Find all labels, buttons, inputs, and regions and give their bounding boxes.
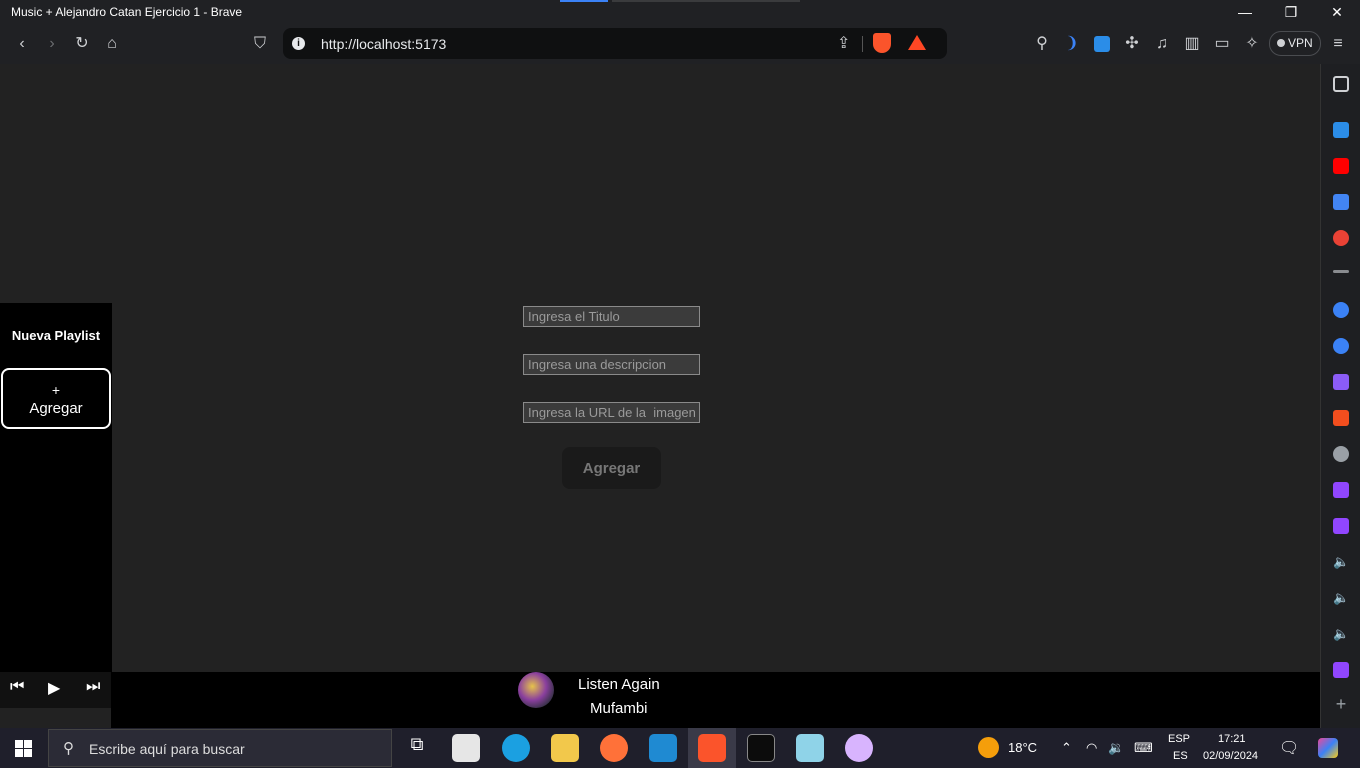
- add-app-icon[interactable]: +: [1333, 695, 1349, 713]
- tab-strip[interactable]: [612, 0, 800, 2]
- windows-start-icon[interactable]: [15, 740, 32, 757]
- home-icon[interactable]: ⌂: [100, 32, 124, 56]
- back-icon[interactable]: ‹: [10, 32, 34, 56]
- wallet-icon[interactable]: ▭: [1210, 32, 1234, 56]
- clock-time[interactable]: 17:21: [1218, 733, 1246, 745]
- forward-icon[interactable]: ›: [40, 32, 64, 56]
- compass-icon-2[interactable]: [1333, 338, 1349, 354]
- submit-button[interactable]: Agregar: [562, 447, 661, 489]
- firefox-icon[interactable]: [600, 734, 628, 762]
- copilot-icon[interactable]: [1318, 738, 1338, 758]
- maximize-button[interactable]: ❐: [1268, 2, 1314, 22]
- store-icon[interactable]: [452, 734, 480, 762]
- brave-shields-icon[interactable]: [873, 33, 891, 53]
- reload-icon[interactable]: ↻: [70, 32, 94, 56]
- compass-icon[interactable]: [1333, 302, 1349, 318]
- notifications-app-icon[interactable]: [1333, 230, 1349, 246]
- now-playing-bar: Listen Again Mufambi: [111, 672, 1320, 728]
- now-playing-artist: Mufambi: [590, 700, 648, 717]
- brave-taskbar-icon[interactable]: [698, 734, 726, 762]
- title-input[interactable]: [523, 306, 700, 327]
- notifications-icon[interactable]: 🗨: [1279, 738, 1299, 758]
- sidebar-toggle-icon[interactable]: ▥: [1180, 32, 1204, 56]
- sidebar-heading: Nueva Playlist: [11, 328, 101, 343]
- vpn-button[interactable]: VPN: [1269, 31, 1321, 56]
- twitch-icon-3[interactable]: [1333, 662, 1349, 678]
- search-icon[interactable]: ⚲: [1030, 32, 1054, 56]
- image-url-input[interactable]: [523, 402, 700, 423]
- music-icon[interactable]: ♫: [1150, 32, 1174, 56]
- previous-track-icon[interactable]: ⏮: [10, 678, 24, 696]
- translate-extension-icon[interactable]: [1090, 32, 1114, 56]
- clock-date[interactable]: 02/09/2024: [1203, 750, 1258, 762]
- wifi-icon[interactable]: ◠: [1086, 740, 1097, 756]
- speaker-icon-3[interactable]: 🔈: [1333, 626, 1349, 642]
- page-content: [0, 64, 1320, 728]
- divider: [862, 36, 863, 52]
- extensions-icon[interactable]: ✣: [1120, 32, 1144, 56]
- active-tab-indicator[interactable]: [560, 0, 608, 2]
- taskbar-search[interactable]: ⚲ Escribe aquí para buscar: [48, 729, 392, 767]
- address-bar[interactable]: i http://localhost:5173 ⇪: [283, 28, 947, 59]
- vite-icon[interactable]: [1333, 374, 1349, 390]
- docs-icon[interactable]: [1333, 194, 1349, 210]
- site-info-icon[interactable]: i: [292, 37, 305, 50]
- vpn-status-icon: [1277, 39, 1285, 47]
- task-view-icon[interactable]: ⧉: [403, 734, 431, 762]
- language-code[interactable]: ESP: [1168, 733, 1190, 745]
- terminal-icon[interactable]: [747, 734, 775, 762]
- chevron-up-icon[interactable]: ⌃: [1061, 740, 1072, 756]
- sidebar-panel-icon[interactable]: [1333, 76, 1349, 92]
- next-track-icon[interactable]: ⏭: [86, 678, 100, 696]
- album-art: [518, 672, 554, 708]
- add-playlist-label: Agregar: [29, 400, 83, 417]
- minimize-button[interactable]: —: [1222, 2, 1268, 22]
- figma-icon[interactable]: [1333, 410, 1349, 426]
- extension-wave-icon[interactable]: ❩: [1060, 32, 1084, 56]
- vscode-icon[interactable]: [649, 734, 677, 762]
- add-playlist-button[interactable]: + Agregar: [1, 368, 111, 429]
- speaker-icon[interactable]: 🔈: [1333, 554, 1349, 570]
- paint-icon[interactable]: [845, 734, 873, 762]
- brave-rewards-icon[interactable]: [908, 35, 926, 50]
- twitch-icon[interactable]: [1333, 482, 1349, 498]
- divider-app-icon[interactable]: [1333, 270, 1349, 273]
- url-text[interactable]: http://localhost:5173: [321, 36, 446, 52]
- menu-icon[interactable]: ≡: [1326, 32, 1350, 56]
- now-playing-title: Listen Again: [578, 676, 660, 693]
- search-icon: ⚲: [63, 740, 74, 757]
- share-icon[interactable]: ⇪: [837, 33, 850, 53]
- weather-icon[interactable]: [978, 737, 999, 758]
- play-icon[interactable]: ▶: [48, 678, 60, 698]
- edge-icon[interactable]: [502, 734, 530, 762]
- window-title: Music + Alejandro Catan Ejercicio 1 - Br…: [11, 5, 243, 19]
- player-controls: ⏮ ▶ ⏭: [0, 672, 111, 708]
- close-button[interactable]: ✕: [1314, 2, 1360, 22]
- file-explorer-icon[interactable]: [551, 734, 579, 762]
- translate-app-icon[interactable]: [1333, 122, 1349, 138]
- playlist-sidebar: Nueva Playlist + Agregar: [0, 303, 112, 672]
- windows-taskbar: ⚲ Escribe aquí para buscar ⧉ 18°C ⌃ ◠ 🔉 …: [0, 728, 1360, 768]
- speaker-icon-2[interactable]: 🔈: [1333, 590, 1349, 606]
- youtube-icon[interactable]: [1333, 158, 1349, 174]
- globe-icon[interactable]: [1333, 446, 1349, 462]
- leo-ai-icon[interactable]: ✧: [1240, 32, 1264, 56]
- description-input[interactable]: [523, 354, 700, 375]
- vpn-label: VPN: [1288, 36, 1313, 50]
- keyboard-icon[interactable]: ⌨: [1134, 740, 1153, 756]
- bookmark-icon[interactable]: ⛉: [248, 32, 272, 56]
- twitch-icon-2[interactable]: [1333, 518, 1349, 534]
- volume-icon[interactable]: 🔉: [1108, 740, 1124, 756]
- weather-temp[interactable]: 18°C: [1008, 740, 1037, 755]
- taskbar-search-placeholder: Escribe aquí para buscar: [89, 741, 245, 757]
- plus-icon: +: [51, 382, 61, 398]
- notes-app-icon[interactable]: [796, 734, 824, 762]
- window-title-bar: Music + Alejandro Catan Ejercicio 1 - Br…: [0, 0, 1360, 24]
- browser-sidebar: 🔈 🔈 🔈 +: [1320, 64, 1360, 728]
- language-layout[interactable]: ES: [1173, 750, 1188, 762]
